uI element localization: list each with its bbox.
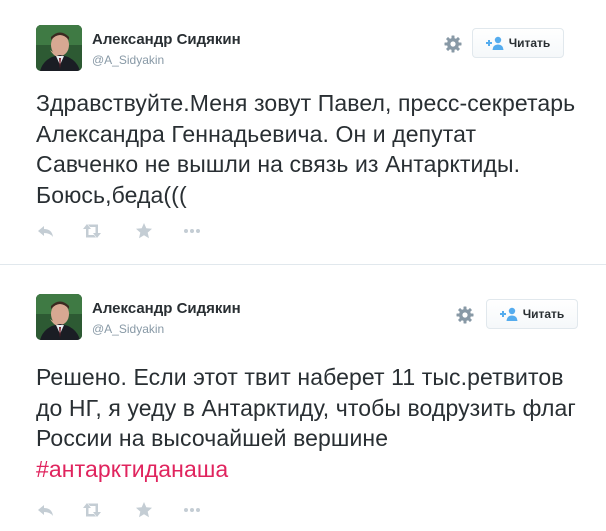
gear-icon[interactable] xyxy=(455,305,475,325)
more-icon[interactable] xyxy=(182,500,202,520)
author-handle[interactable]: @A_Sidyakin xyxy=(92,322,164,336)
author-handle[interactable]: @A_Sidyakin xyxy=(92,53,164,67)
follow-button[interactable]: Читать xyxy=(472,28,564,58)
avatar-photo xyxy=(36,294,82,340)
author-name[interactable]: Александр Сидякин xyxy=(92,300,241,317)
tweet-text-body: Здравствуйте.Меня зовут Павел, пресс-сек… xyxy=(36,90,576,208)
reply-icon[interactable] xyxy=(36,500,56,520)
avatar-photo xyxy=(36,25,82,71)
favorite-icon[interactable] xyxy=(134,500,154,520)
retweet-icon[interactable] xyxy=(82,500,102,520)
reply-icon[interactable] xyxy=(36,221,56,241)
tweet-text: Решено. Если этот твит наберет 11 тыс.ре… xyxy=(36,362,576,484)
follow-button-label: Читать xyxy=(508,36,551,50)
follow-user-icon xyxy=(485,36,504,50)
follow-button-label: Читать xyxy=(522,307,565,321)
tweet-text: Здравствуйте.Меня зовут Павел, пресс-сек… xyxy=(36,88,576,210)
avatar[interactable] xyxy=(36,25,82,71)
follow-user-icon xyxy=(499,307,518,321)
retweet-icon[interactable] xyxy=(82,221,102,241)
tweet-card: Александр Сидякин @A_Sidyakin xyxy=(0,270,606,531)
tweet-card: Александр Сидякин @A_Sidyakin xyxy=(0,0,606,262)
tweet-divider xyxy=(0,264,606,265)
follow-button[interactable]: Читать xyxy=(486,299,578,329)
more-icon[interactable] xyxy=(182,221,202,241)
tweet-text-body: Решено. Если этот твит наберет 11 тыс.ре… xyxy=(36,364,576,451)
hashtag-link[interactable]: #антарктиданаша xyxy=(36,456,228,482)
avatar[interactable] xyxy=(36,294,82,340)
gear-icon[interactable] xyxy=(443,34,463,54)
author-name[interactable]: Александр Сидякин xyxy=(92,31,241,48)
favorite-icon[interactable] xyxy=(134,221,154,241)
